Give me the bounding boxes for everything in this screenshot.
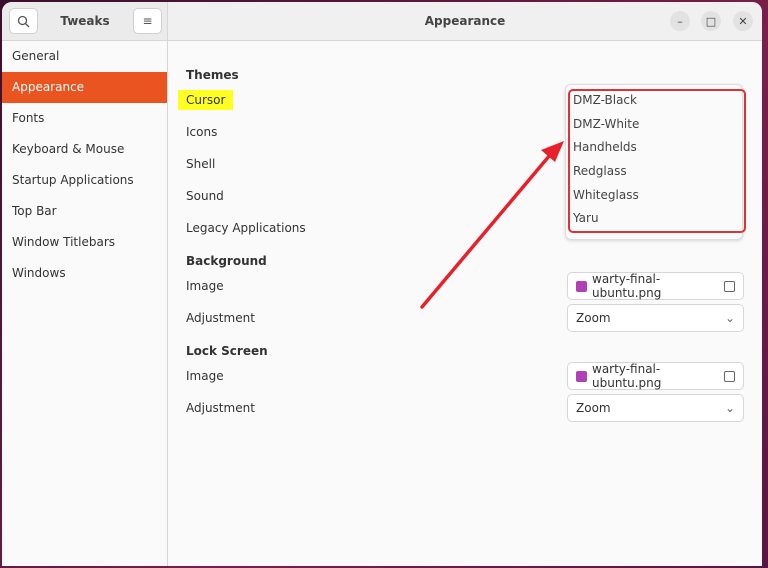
annotation-arrow (420, 141, 564, 309)
